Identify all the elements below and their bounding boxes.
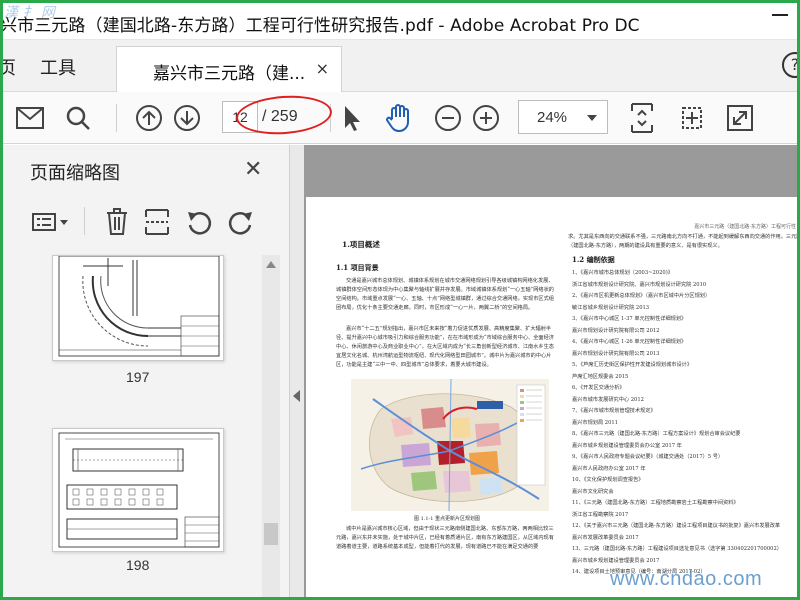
zoom-out-icon[interactable] xyxy=(432,102,464,134)
menu-bar: 页 工具 嘉兴市三元路（建... × ? xyxy=(0,40,800,93)
subsection-title: 1.1 项目背景 xyxy=(336,263,379,272)
chevron-down-icon xyxy=(587,115,597,121)
thumbnail-page-number: 198 xyxy=(126,557,150,573)
reference-list: 1、《嘉兴市城市总体规划（2003~2020)》 浙江省城市规划设计研究院、嘉兴… xyxy=(572,269,800,599)
page-thumbnail[interactable] xyxy=(52,255,224,361)
paragraph: 城中片是嘉兴城市核心区域，但由于现状三元路南侧建国北路、东部东方路，两两相比较三… xyxy=(336,526,554,550)
email-icon[interactable] xyxy=(14,102,46,134)
list-item: 5、《芦席汇历史街区保护性开发建设规划城市设计》 xyxy=(572,362,693,368)
panel-collapse-handle[interactable] xyxy=(290,145,304,600)
list-item: 11、《三元路（建国北路-东方路）工程地质勘察岩土工程勘察中间资料》 xyxy=(572,500,739,506)
toolbar: 12 / 259 24% xyxy=(0,92,800,144)
panel-toolbar xyxy=(0,199,290,243)
tab-close-icon[interactable]: × xyxy=(316,59,329,78)
delete-trash-icon[interactable] xyxy=(102,207,132,237)
rotate-counterclockwise-icon[interactable] xyxy=(184,207,214,237)
title-bar: 兴市三元路（建国北路-东方路）工程可行性研究报告.pdf - Adobe Acr… xyxy=(0,0,800,40)
page-thumbnail[interactable] xyxy=(52,428,224,552)
list-item: 13、三元路（建国北路-东方路）工程建设项目选址意见书（选字第 33040220… xyxy=(572,546,782,552)
rotate-view-icon[interactable] xyxy=(676,102,708,134)
scrollbar-thumb[interactable] xyxy=(264,523,278,545)
section-title: 1.项目概述 xyxy=(342,240,380,249)
list-item: 3、《嘉兴市中心城区 1-37 单元控制性详细规划》 xyxy=(572,316,687,322)
list-item: 6、《开发区交通分析》 xyxy=(572,385,625,391)
figure-caption: 图 1.1-1 重点更新片区规划图 xyxy=(414,516,481,522)
list-item: 8、《嘉兴市三元路（建国北路-东方路）工程方案设计》规划合审会议纪要 xyxy=(572,431,741,437)
list-item: 1、《嘉兴市城市总体规划（2003~2020)》 xyxy=(572,270,673,276)
list-item: 芦席汇地区规委会 2015 xyxy=(572,374,629,380)
list-item: 10、《文化保护规划调查报告》 xyxy=(572,477,644,483)
collapse-arrow-icon xyxy=(293,390,300,402)
search-icon[interactable] xyxy=(62,102,94,134)
list-item: 浙江省工程勘察院 2017 xyxy=(572,512,629,518)
paragraph: 求。尤其是东西向的交通联系不强，三元路南北方向不打通，不能起到缓解东西向交通的作… xyxy=(568,234,800,249)
list-item: 嘉兴市文化研究会 xyxy=(572,489,614,495)
panel-close-icon[interactable]: ✕ xyxy=(244,157,262,182)
zoom-value: 24% xyxy=(537,109,568,126)
planning-map-image xyxy=(351,379,549,511)
window-title: 兴市三元路（建国北路-东方路）工程可行性研究报告.pdf - Adobe Acr… xyxy=(0,16,640,36)
list-item: 嘉兴市人民政府办公室 2017 年 xyxy=(572,466,646,472)
watermark-top: 漢 扌 网 xyxy=(4,5,55,21)
full-screen-icon[interactable] xyxy=(724,102,756,134)
panel-title: 页面缩略图 xyxy=(30,163,120,184)
menu-tools[interactable]: 工具 xyxy=(40,54,76,80)
list-item: 2、《嘉兴市区机更新总体规划》（嘉兴市区域中片分区规划） xyxy=(572,293,711,299)
fit-page-icon[interactable] xyxy=(626,102,658,134)
thumbnail-page-number: 197 xyxy=(126,369,150,385)
document-view[interactable]: 嘉兴市三元路（建国北路-东方路）工程可行性 1.项目概述 1.1 项目背景 交通… xyxy=(304,145,800,600)
pdf-page: 嘉兴市三元路（建国北路-东方路）工程可行性 1.项目概述 1.1 项目背景 交通… xyxy=(306,197,800,600)
watermark-bottom: www.cndao.com xyxy=(610,568,763,590)
select-cursor-icon[interactable] xyxy=(336,102,368,134)
running-head: 嘉兴市三元路（建国北路-东方路）工程可行性 xyxy=(694,224,796,230)
zoom-select[interactable]: 24% xyxy=(518,100,608,134)
document-tab[interactable]: 嘉兴市三元路（建... × xyxy=(116,46,342,93)
thumbnail-scrollbar[interactable] xyxy=(262,255,280,600)
list-item: 浙江省城市规划设计研究院、嘉兴市规划设计研究院 2010 xyxy=(572,282,707,288)
minimize-button[interactable] xyxy=(772,14,788,16)
list-item: 嘉兴市城市发展研究中心 2012 xyxy=(572,397,644,403)
paragraph: 交通是嘉兴城市总体规划、城镇体系规划在城市交通网络规划引导各级城镇构网络化发展、… xyxy=(336,278,554,311)
list-item: 12、《关于嘉兴市三元路（建国北路-东方路）建设工程项目建议书的批复》嘉兴市发展… xyxy=(572,523,781,529)
list-item: 嘉兴市规划设计研究院有限公司 2012 xyxy=(572,328,660,334)
thumbnails-panel: 页面缩略图 ✕ 197 198 xyxy=(0,145,290,600)
list-item: 9、《嘉兴市人民政府专题会议纪要》（城建交通处（2017）5 号） xyxy=(572,454,724,460)
paragraph: 嘉兴市“十二五”规划指出，嘉兴市区未来按“着力促进优质发展、高精度集聚、扩大辐射… xyxy=(336,326,554,368)
list-item: 嘉兴市城乡规划建设管理委员会 2017 xyxy=(572,558,660,564)
scroll-up-icon[interactable] xyxy=(266,261,276,268)
extract-pages-icon[interactable] xyxy=(142,207,172,237)
options-menu-icon[interactable] xyxy=(30,207,70,237)
previous-page-icon[interactable] xyxy=(133,102,165,134)
next-page-icon[interactable] xyxy=(171,102,203,134)
list-item: 7、《嘉兴市城市规划管理技术规定》 xyxy=(572,408,656,414)
hand-tool-icon[interactable] xyxy=(384,102,416,134)
subsection-title: 1.2 编制依据 xyxy=(572,255,615,264)
list-item: 嘉兴市规划设计研究院有限公司 2013 xyxy=(572,351,660,357)
list-item: 嘉兴市发展改革委员会 2017 xyxy=(572,535,639,541)
tab-label: 嘉兴市三元路（建... xyxy=(153,64,306,84)
help-icon[interactable]: ? xyxy=(782,52,800,78)
list-item: 4、《嘉兴市中心城区 1-26 单元控制性详细规划》 xyxy=(572,339,687,345)
list-item: 嘉兴市规划局 2011 xyxy=(572,420,618,426)
rotate-clockwise-icon[interactable] xyxy=(226,207,256,237)
zoom-in-icon[interactable] xyxy=(470,102,502,134)
menu-home[interactable]: 页 xyxy=(0,54,16,80)
list-item: 嘉兴市城乡规划建设管理委员会办公室 2017 年 xyxy=(572,443,682,449)
list-item: 敏江省城乡规划设计研究院 2013 xyxy=(572,305,650,311)
